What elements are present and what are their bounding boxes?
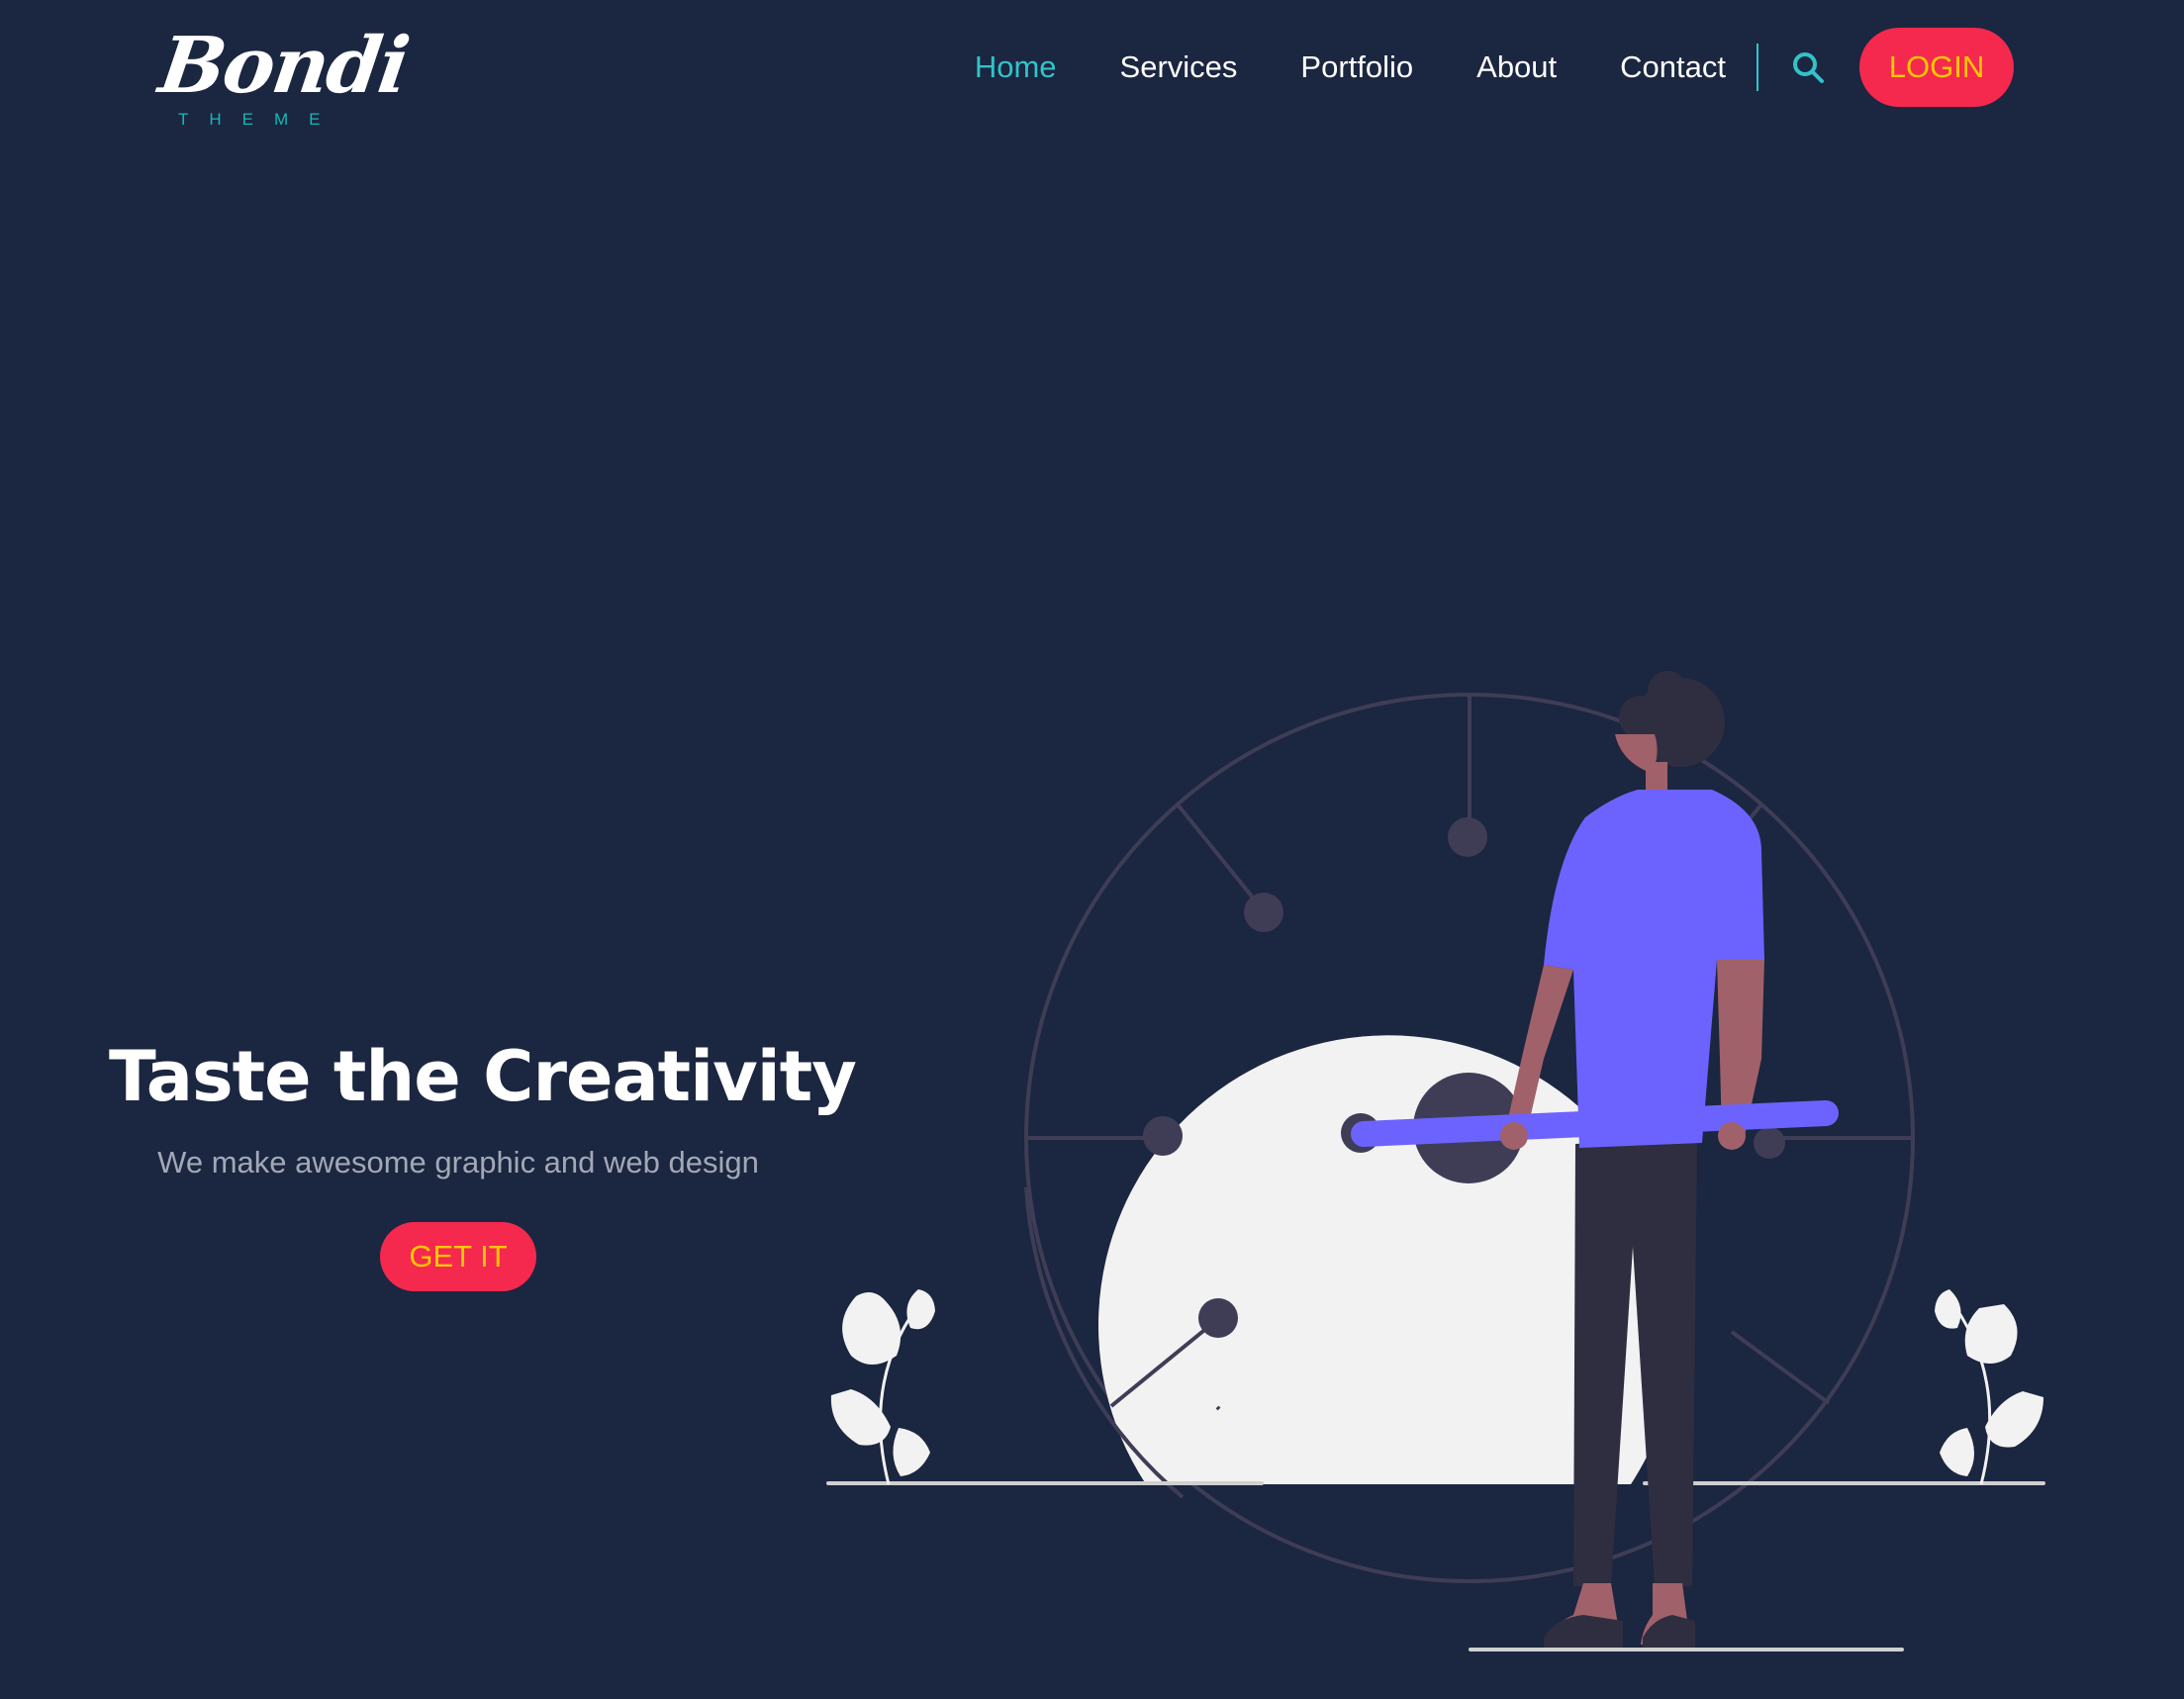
nav-contact[interactable]: Contact [1620, 49, 1726, 85]
search-icon [1793, 52, 1824, 83]
left-plant [830, 1289, 935, 1485]
nav-home[interactable]: Home [975, 49, 1057, 85]
ground-lines [826, 1481, 2045, 1652]
nav-portfolio[interactable]: Portfolio [1300, 49, 1413, 85]
get-it-button[interactable]: GET IT [380, 1221, 536, 1291]
right-plant [1935, 1289, 2043, 1485]
login-button[interactable]: LOGIN [1859, 28, 2014, 107]
main-nav: Home Services Portfolio About Contact LO… [975, 28, 2014, 107]
spoke-lower [1215, 1405, 1221, 1411]
hero-illustration [826, 671, 2045, 1652]
search-button[interactable] [1788, 47, 1828, 87]
hero-title: Taste the Creativity [109, 1036, 857, 1117]
logo-subtitle: THEME [178, 110, 341, 129]
nav-divider [1757, 44, 1758, 91]
logo-wordmark: Bondi [153, 21, 414, 111]
nav-services[interactable]: Services [1120, 49, 1238, 85]
hero-subtitle: We make awesome graphic and web design [157, 1144, 759, 1180]
hero-section: Taste the Creativity We make awesome gra… [109, 1036, 857, 1291]
nav-about[interactable]: About [1476, 49, 1557, 85]
brand-logo[interactable]: Bondi THEME [154, 21, 414, 137]
